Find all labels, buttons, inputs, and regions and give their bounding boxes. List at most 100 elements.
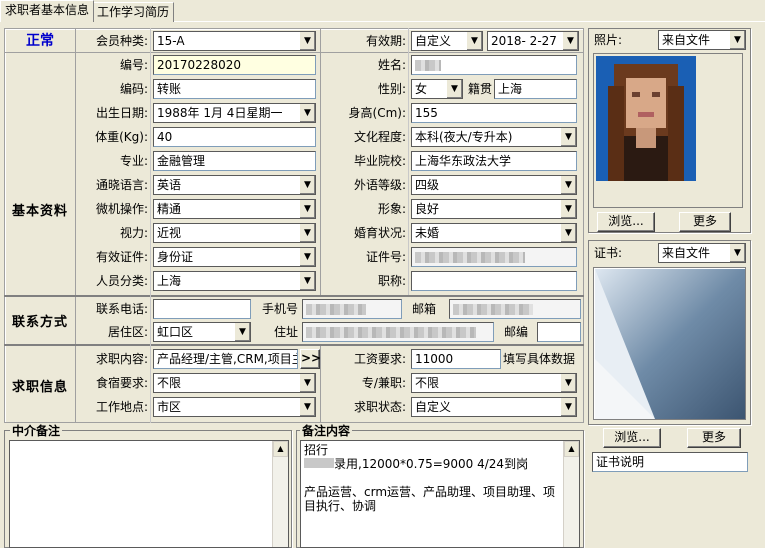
marital-label: 婚育状况:	[353, 226, 406, 240]
job-state-select[interactable]: 自定义 ▼	[411, 397, 577, 417]
photo-browse-button[interactable]: 浏览...	[597, 212, 655, 232]
native-field[interactable]: 上海	[494, 79, 577, 99]
photo-source-select[interactable]: 来自文件 ▼	[658, 30, 746, 50]
mobile-field[interactable]	[302, 299, 402, 319]
chevron-down-icon: ▼	[560, 374, 576, 392]
computer-skill-select[interactable]: 精通 ▼	[153, 199, 316, 219]
certificate-label: 证书:	[594, 246, 623, 260]
chevron-down-icon: ▼	[299, 104, 315, 122]
education-select[interactable]: 本科(夜大/专升本) ▼	[411, 127, 577, 147]
tab-resume[interactable]: 工作学习简历	[92, 2, 175, 22]
salary-label: 工资要求:	[353, 352, 406, 366]
name-field[interactable]	[411, 55, 577, 75]
board-label: 食宿要求:	[95, 376, 148, 390]
chevron-down-icon: ▼	[299, 200, 315, 218]
chevron-down-icon: ▼	[446, 80, 462, 98]
cert-number-field[interactable]	[411, 247, 577, 267]
major-field[interactable]: 金融管理	[153, 151, 316, 171]
chevron-down-icon: ▼	[560, 176, 576, 194]
chevron-down-icon: ▼	[560, 398, 576, 416]
section-contact-label: 联系方式	[11, 315, 68, 330]
category-select[interactable]: 上海 ▼	[153, 271, 316, 291]
weight-field[interactable]: 40	[153, 127, 316, 147]
language-label: 通晓语言:	[95, 178, 148, 192]
tab-basic-info[interactable]: 求职者基本信息	[0, 0, 95, 22]
remark-line	[304, 471, 576, 485]
appearance-label: 形象:	[377, 202, 406, 216]
email-field[interactable]	[449, 299, 581, 319]
chevron-down-icon: ▼	[299, 248, 315, 266]
gender-select[interactable]: 女 ▼	[411, 79, 463, 99]
work-location-select[interactable]: 市区 ▼	[153, 397, 316, 417]
agent-note-textarea[interactable]: ▲	[9, 440, 289, 548]
parttime-select[interactable]: 不限 ▼	[411, 373, 577, 393]
title-field[interactable]	[411, 271, 577, 291]
category-label: 人员分类:	[95, 274, 148, 288]
validity-label: 有效期:	[365, 34, 406, 48]
validity-type-select[interactable]: 自定义 ▼	[411, 31, 483, 51]
photo-more-button[interactable]: 更多	[679, 212, 731, 232]
cert-type-select[interactable]: 身份证 ▼	[153, 247, 316, 267]
photo-label: 照片:	[594, 33, 623, 47]
divider	[408, 28, 409, 295]
certificate-desc-field[interactable]: 证书说明	[592, 452, 748, 472]
validity-date-picker[interactable]: 2018- 2-27 ▼	[487, 31, 579, 51]
code-label: 编码:	[119, 82, 148, 96]
chevron-down-icon: ▼	[562, 32, 578, 50]
language-select[interactable]: 英语 ▼	[153, 175, 316, 195]
salary-hint: 填写具体数据	[503, 352, 576, 366]
address-field[interactable]	[302, 322, 494, 342]
salary-field[interactable]: 11000	[411, 349, 501, 369]
chevron-down-icon: ▼	[299, 224, 315, 242]
remark-line: 录用,12000*0.75=9000 4/24到岗	[304, 457, 576, 471]
remark-textarea[interactable]: 招行 录用,12000*0.75=9000 4/24到岗 产品运营、crm运营、产品…	[300, 440, 580, 548]
chevron-down-icon: ▼	[299, 398, 315, 416]
code-field[interactable]: 转账	[153, 79, 316, 99]
job-content-field[interactable]: 产品经理/主管,CRM,项目主	[153, 349, 298, 369]
parttime-label: 专/兼职:	[361, 376, 406, 390]
certificate-frame	[593, 267, 746, 420]
school-field[interactable]: 上海华东政法大学	[411, 151, 577, 171]
work-location-label: 工作地点:	[95, 400, 148, 414]
remark-title: 备注内容	[300, 424, 353, 438]
chevron-down-icon: ▼	[560, 200, 576, 218]
school-label: 毕业院校:	[353, 154, 406, 168]
native-label: 籍贯	[467, 82, 492, 96]
phone-field[interactable]	[153, 299, 251, 319]
section-basic-label: 基本资料	[11, 204, 68, 219]
language-level-select[interactable]: 四级 ▼	[411, 175, 577, 195]
job-content-more-button[interactable]: >>	[300, 349, 321, 369]
weight-label: 体重(Kg):	[95, 130, 148, 144]
membership-select[interactable]: 15-A ▼	[153, 31, 316, 51]
height-field[interactable]: 155	[411, 103, 577, 123]
job-state-label: 求职状态:	[353, 400, 406, 414]
id-label: 编号:	[119, 58, 148, 72]
chevron-down-icon: ▼	[560, 224, 576, 242]
zip-field[interactable]	[537, 322, 581, 342]
marital-select[interactable]: 未婚 ▼	[411, 223, 577, 243]
scrollbar[interactable]: ▲	[563, 441, 579, 547]
chevron-down-icon: ▼	[299, 176, 315, 194]
certificate-more-button[interactable]: 更多	[687, 428, 741, 448]
district-select[interactable]: 虹口区 ▼	[153, 322, 251, 342]
scrollbar[interactable]: ▲	[272, 441, 288, 547]
vision-select[interactable]: 近视 ▼	[153, 223, 316, 243]
district-label: 居住区:	[107, 325, 148, 339]
appearance-select[interactable]: 良好 ▼	[411, 199, 577, 219]
birth-date-picker[interactable]: 1988年 1月 4日星期一 ▼	[153, 103, 316, 123]
tab-bar: 求职者基本信息 工作学习简历	[0, 0, 765, 22]
divider	[4, 295, 584, 297]
divider	[4, 344, 584, 346]
board-select[interactable]: 不限 ▼	[153, 373, 316, 393]
gender-label: 性别:	[377, 82, 406, 96]
cert-type-label: 有效证件:	[95, 250, 148, 264]
chevron-down-icon: ▼	[466, 32, 482, 50]
certificate-browse-button[interactable]: 浏览...	[603, 428, 661, 448]
phone-label: 联系电话:	[95, 302, 148, 316]
id-field[interactable]: 20170228020	[153, 55, 316, 75]
major-label: 专业:	[119, 154, 148, 168]
certificate-source-select[interactable]: 来自文件 ▼	[658, 243, 746, 263]
divider	[75, 297, 76, 344]
status-label: 正常	[26, 33, 54, 49]
agent-note-title: 中介备注	[10, 424, 63, 438]
